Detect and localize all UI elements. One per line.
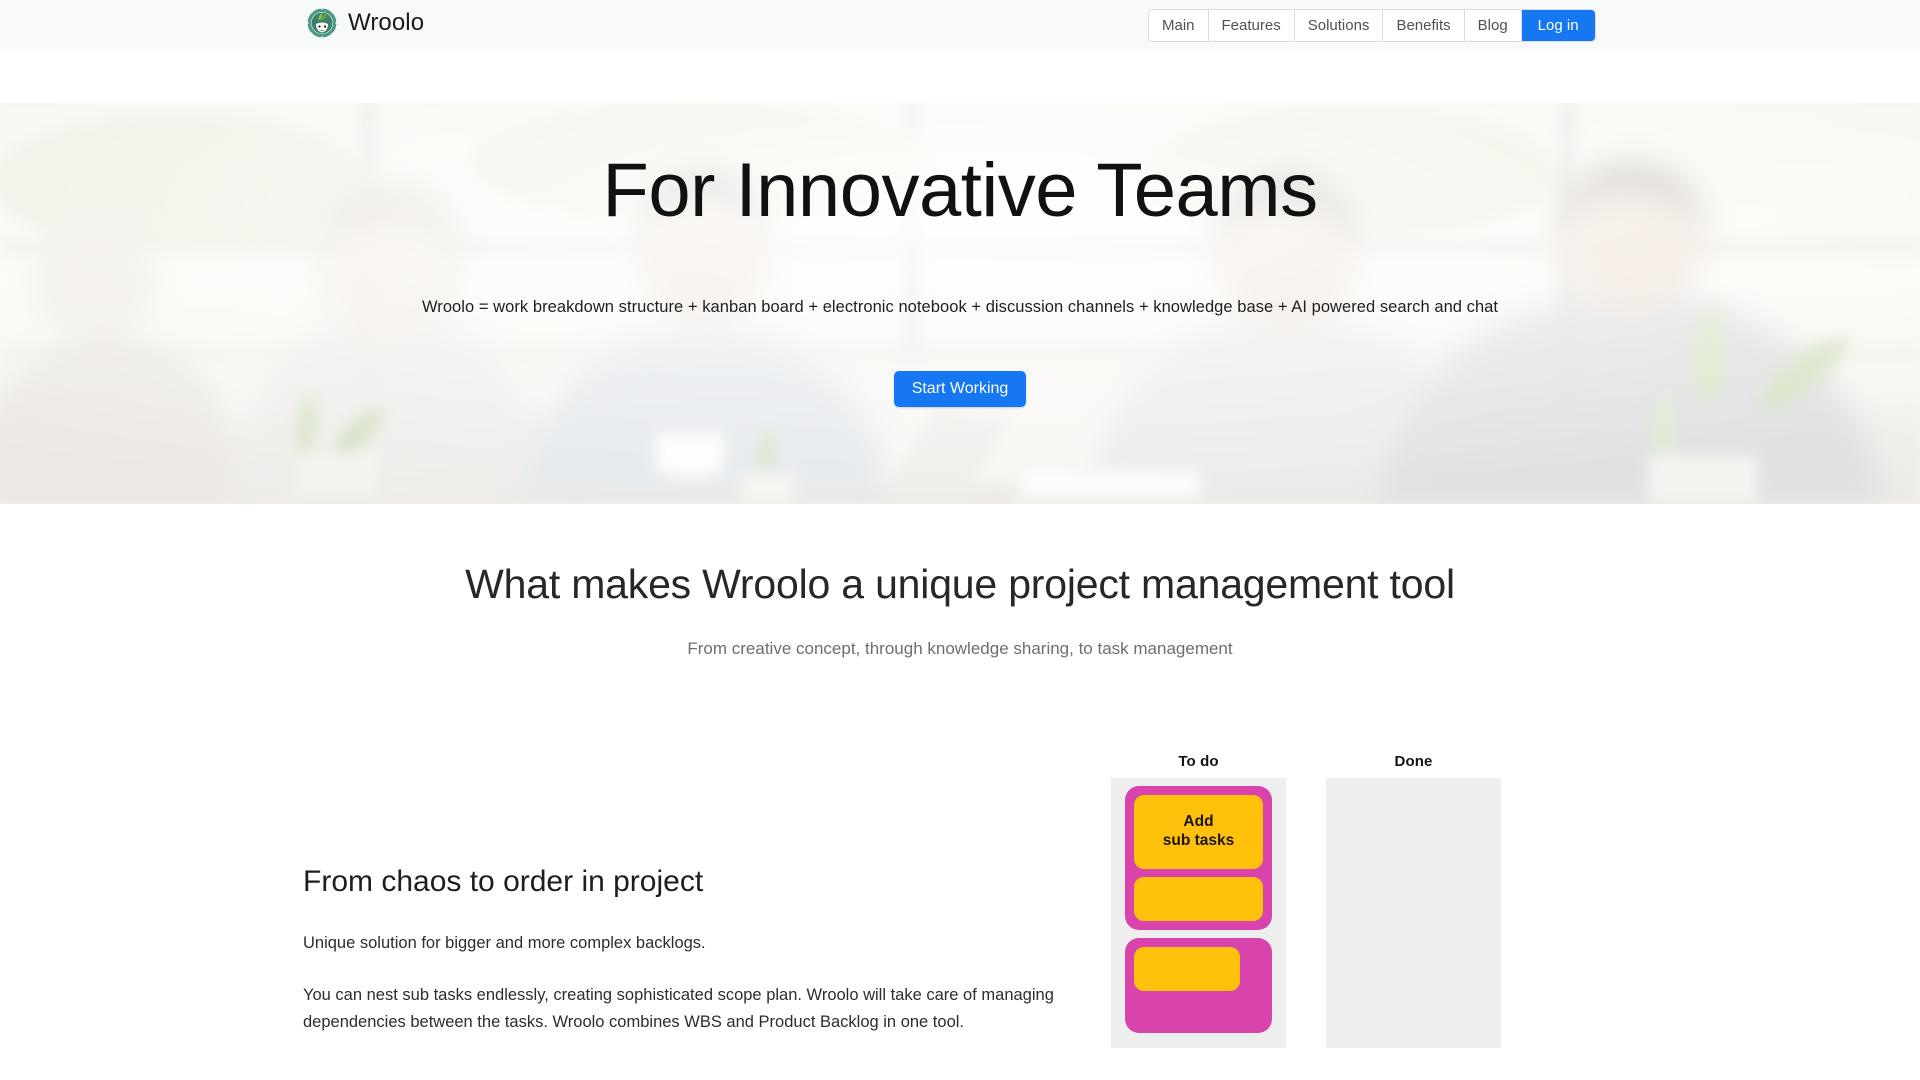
nav-item-features[interactable]: Features: [1208, 10, 1295, 41]
intro-title: What makes Wroolo a unique project manag…: [465, 561, 1455, 607]
intro-subtitle: From creative concept, through knowledge…: [687, 639, 1233, 659]
kanban-illustration: To do Add sub tasks Done: [1065, 753, 1585, 1049]
nav-item-main[interactable]: Main: [1149, 10, 1209, 41]
header-hero-spacer: [0, 51, 1920, 103]
nav-item-blog[interactable]: Blog: [1464, 10, 1522, 41]
wroolo-gear-face-icon: [306, 7, 338, 39]
feature-section: From chaos to order in project Unique so…: [0, 753, 1920, 1049]
nav-item-login[interactable]: Log in: [1521, 10, 1595, 41]
kanban-task-group[interactable]: [1125, 938, 1272, 1034]
kanban-task-group[interactable]: Add sub tasks: [1125, 786, 1272, 931]
kanban-column-done: Done: [1326, 753, 1501, 1049]
kanban-card-empty[interactable]: [1134, 947, 1240, 992]
feature-lead-text: Unique solution for bigger and more comp…: [303, 933, 706, 952]
hero-subtitle: Wroolo = work breakdown structure + kanb…: [421, 298, 1499, 317]
brand-name: Wroolo: [348, 9, 425, 36]
hero-section: For Innovative Teams Wroolo = work break…: [0, 103, 1920, 504]
nav-item-solutions[interactable]: Solutions: [1294, 10, 1384, 41]
kanban-column-body-todo[interactable]: Add sub tasks: [1111, 778, 1286, 1049]
kanban-card-label: Add sub tasks: [1162, 813, 1235, 850]
site-header: Wroolo Main Features Solutions Benefits …: [0, 0, 1920, 51]
kanban-card-empty[interactable]: [1134, 877, 1263, 922]
main-navigation: Main Features Solutions Benefits Blog Lo…: [1148, 9, 1596, 42]
feature-heading: From chaos to order in project: [303, 865, 704, 899]
intro-section: What makes Wroolo a unique project manag…: [0, 504, 1920, 660]
nav-item-benefits[interactable]: Benefits: [1383, 10, 1465, 41]
kanban-card-add-sub-tasks[interactable]: Add sub tasks: [1134, 795, 1263, 870]
feature-copy: From chaos to order in project Unique so…: [245, 753, 1065, 1035]
kanban-column-title-todo: To do: [1178, 753, 1219, 771]
kanban-column-body-done[interactable]: [1326, 778, 1501, 1049]
feature-body-text: You can nest sub tasks endlessly, creati…: [303, 986, 1054, 1031]
kanban-column-title-done: Done: [1394, 753, 1433, 771]
kanban-column-todo: To do Add sub tasks: [1111, 753, 1286, 1049]
brand-logo-link[interactable]: Wroolo: [306, 7, 424, 39]
start-working-button[interactable]: Start Working: [893, 371, 1027, 408]
hero-title: For Innovative Teams: [602, 148, 1318, 233]
